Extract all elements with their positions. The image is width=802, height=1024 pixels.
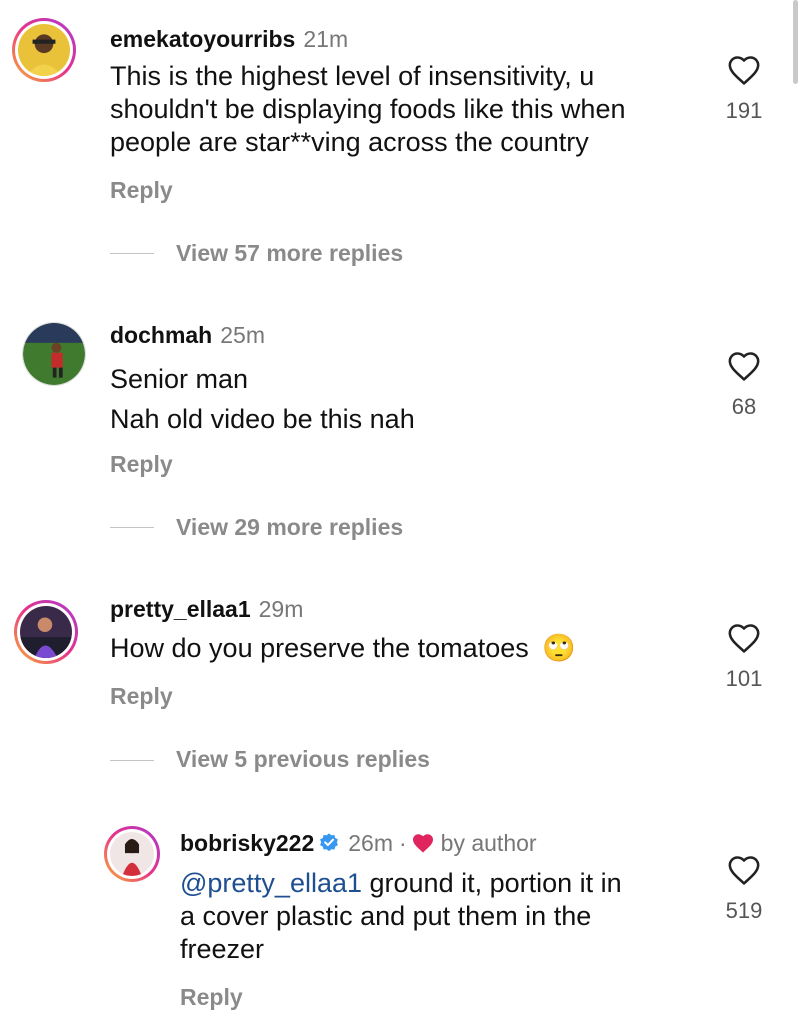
like-button[interactable]: 191: [714, 54, 774, 124]
comment-text: How do you preserve the tomatoes 🙄: [110, 632, 576, 665]
comment-text: Senior man Nah old video be this nah: [110, 359, 415, 439]
timestamp: 29m: [258, 596, 304, 622]
divider: [110, 760, 154, 761]
reply-button[interactable]: Reply: [110, 683, 173, 710]
comment-line: This is the highest level of insensitivi…: [110, 61, 595, 91]
like-button[interactable]: 519: [714, 854, 774, 924]
reply-button[interactable]: Reply: [110, 177, 173, 204]
comment-line: people are star**ving across the country: [110, 127, 589, 157]
username[interactable]: dochmah: [110, 322, 212, 348]
heart-outline-icon: [728, 56, 760, 85]
comment-line: freezer: [180, 934, 265, 964]
like-button[interactable]: 101: [714, 622, 774, 692]
comment-line: shouldn't be displaying foods like this …: [110, 94, 626, 124]
separator: ·: [399, 830, 407, 856]
comment-line: Nah old video be this nah: [110, 404, 415, 434]
heart-outline-icon: [728, 624, 760, 653]
reply-button[interactable]: Reply: [180, 984, 243, 1011]
like-count: 519: [725, 898, 763, 923]
comment-line: Senior man: [110, 364, 249, 394]
avatar-image: [23, 323, 85, 385]
view-replies-button[interactable]: View 5 previous replies: [176, 746, 430, 773]
comment-line: a cover plastic and put them in the: [180, 901, 592, 931]
avatar-image: [20, 606, 72, 658]
timestamp: 25m: [220, 322, 265, 348]
avatar[interactable]: [14, 600, 78, 664]
scrollbar[interactable]: [793, 0, 798, 84]
timestamp: 21m: [303, 26, 349, 52]
liked-by-author-label: by author: [440, 830, 537, 856]
like-count: 68: [731, 394, 757, 419]
like-button[interactable]: 68: [714, 350, 774, 420]
like-count: 101: [725, 666, 763, 691]
avatar[interactable]: [22, 322, 86, 386]
comment-text: This is the highest level of insensitivi…: [110, 60, 625, 159]
reply-button[interactable]: Reply: [110, 451, 173, 478]
username[interactable]: bobrisky222: [180, 830, 314, 856]
eye-roll-emoji-icon: 🙄: [542, 633, 576, 663]
username[interactable]: pretty_ellaa1: [110, 596, 251, 622]
avatar[interactable]: [104, 826, 160, 882]
heart-outline-icon: [728, 352, 760, 381]
avatar-image: [18, 24, 70, 76]
avatar-image: [110, 832, 154, 876]
view-replies-button[interactable]: View 57 more replies: [176, 240, 403, 267]
comment-header: emekatoyourribs 21m: [110, 26, 348, 53]
comment-header: bobrisky222 26m · by author: [180, 830, 537, 860]
avatar[interactable]: [12, 18, 76, 82]
username[interactable]: emekatoyourribs: [110, 26, 295, 52]
divider: [110, 253, 154, 254]
comment-line: How do you preserve the tomatoes: [110, 633, 529, 663]
comment-header: pretty_ellaa1 29m: [110, 596, 303, 623]
like-count: 191: [725, 98, 763, 123]
mention-link[interactable]: @pretty_ellaa1: [180, 868, 362, 898]
divider: [110, 527, 154, 528]
timestamp: 26m: [348, 830, 393, 856]
verified-badge-icon: [318, 832, 340, 860]
heart-outline-icon: [728, 856, 760, 885]
view-replies-button[interactable]: View 29 more replies: [176, 514, 403, 541]
comment-header: dochmah 25m: [110, 322, 265, 349]
comment-line: ground it, portion it in: [362, 868, 622, 898]
heart-filled-icon: [411, 832, 435, 860]
comment-text: @pretty_ellaa1 ground it, portion it in …: [180, 867, 622, 966]
